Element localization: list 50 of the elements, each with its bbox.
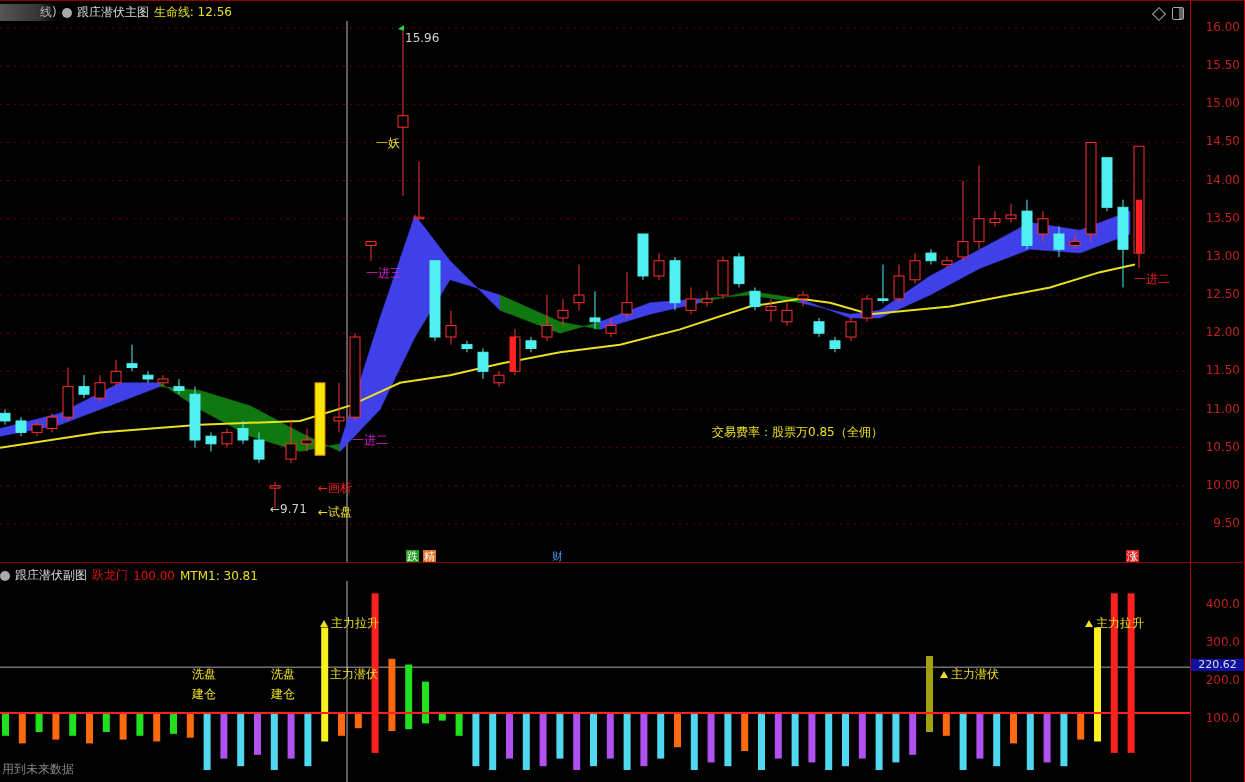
ticker-name: 线)	[0, 4, 57, 21]
indicator-value: MTM1: 30.81	[180, 568, 258, 583]
signal-label: 洗盘	[192, 666, 216, 683]
current-value-badge: 220.62	[1191, 659, 1244, 672]
triangle-marker-icon	[1085, 620, 1093, 627]
dropdown-icon[interactable]	[0, 570, 10, 581]
footer-note: 用到未来数据	[2, 761, 74, 778]
event-tag: 财	[551, 550, 564, 562]
signal-label: 主力潜伏	[951, 666, 999, 683]
axis-label: 12.00	[1205, 325, 1240, 340]
triangle-marker-icon	[320, 620, 328, 627]
chart-annotation: ←试盘	[318, 504, 353, 521]
signal-name: 跃龙门	[92, 567, 128, 584]
chart-annotation: 一进二	[352, 432, 388, 449]
axis-label: 9.50	[1213, 515, 1240, 530]
axis-label: 300.0	[1205, 635, 1240, 649]
axis-label: 16.00	[1205, 20, 1240, 34]
chart-annotation: 15.96	[405, 31, 440, 45]
axis-label: 200.0	[1205, 673, 1240, 687]
axis-label: 11.50	[1205, 363, 1240, 378]
signal-label: 建仓	[192, 686, 216, 703]
axis-label: 14.50	[1205, 134, 1240, 149]
triangle-marker-icon	[940, 671, 948, 678]
axis-label: 12.50	[1205, 287, 1240, 302]
axis-label: 15.00	[1205, 96, 1240, 111]
axis-label: 14.00	[1205, 172, 1240, 187]
signal-value: 100.00	[133, 568, 175, 583]
indicator-title: 跟庄潜伏主图	[76, 4, 149, 21]
event-tag: 涨	[1126, 550, 1139, 562]
chart-annotation: ←9.71	[270, 502, 307, 516]
axis-label: 10.50	[1205, 439, 1240, 454]
dropdown-icon[interactable]	[61, 7, 72, 18]
signal-label: 建仓	[271, 686, 295, 703]
indicator-title: 跟庄潜伏副图	[15, 567, 87, 584]
chart-annotation: ←画析	[318, 480, 353, 497]
axis-label: 13.50	[1205, 210, 1240, 225]
chart-annotation: 交易费率：股票万0.85（全佣）	[712, 424, 883, 441]
axis-label: 10.00	[1205, 477, 1240, 492]
event-tag: 跌	[406, 550, 419, 562]
axis-label: 13.00	[1205, 248, 1240, 263]
event-tag: 精	[423, 550, 436, 562]
axis-label: 15.50	[1205, 58, 1240, 73]
axis-label: 100.0	[1205, 711, 1240, 725]
axis-label: 11.00	[1205, 401, 1240, 416]
chart-annotation: 一进二	[1134, 271, 1170, 288]
signal-label: 洗盘	[271, 666, 295, 683]
chart-annotation: 一妖	[376, 135, 400, 152]
panel-toggle-icon[interactable]	[1172, 7, 1184, 20]
axis-label: 400.0	[1205, 597, 1240, 611]
indicator-value: 生命线: 12.56	[153, 4, 232, 21]
